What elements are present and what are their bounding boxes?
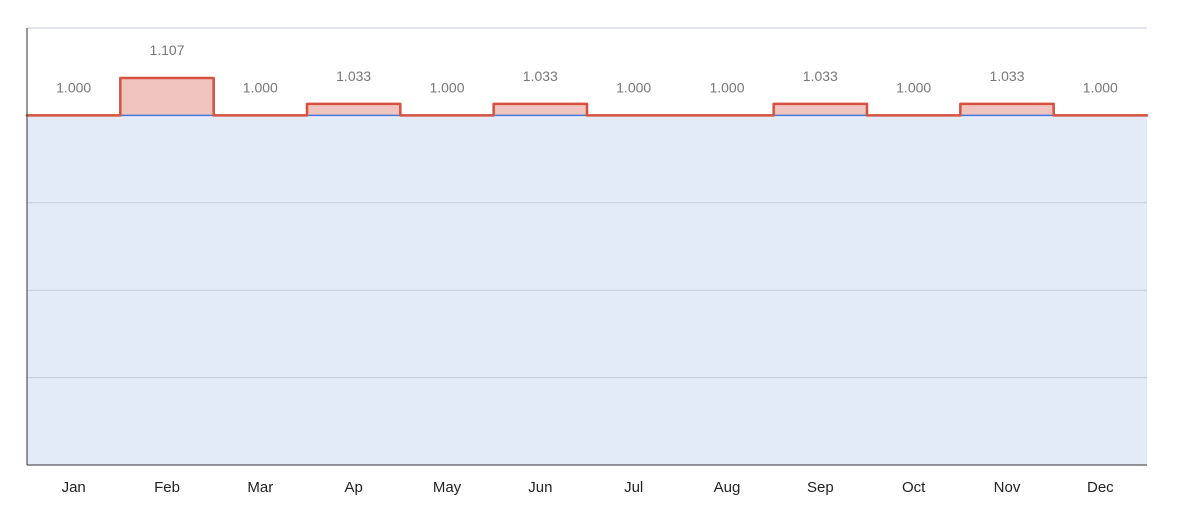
x-tick-label-oct: Oct [902,479,926,496]
step-mark-aug [680,112,773,118]
step-mark-jan [27,112,120,118]
x-tick-label-jun: Jun [528,479,552,496]
step-mark-ap [307,101,400,107]
data-label-feb: 1.107 [149,42,184,58]
data-label-jun: 1.033 [523,68,558,84]
x-tick-label-may: May [433,479,462,496]
step-mark-may [400,112,493,118]
data-label-sep: 1.033 [803,68,838,84]
step-mark-feb [120,75,213,81]
step-mark-nov [960,101,1053,107]
chart-svg: 1.000 1.107 1.000 1.033 1.000 1.033 1.000 1.000… [25,27,1149,496]
data-label-mar: 1.000 [243,79,278,95]
x-tick-label-dec: Dec [1087,479,1114,496]
x-tick-label-jan: Jan [62,479,86,496]
x-tick-label-jul: Jul [624,479,643,496]
x-tick-label-feb: Feb [154,479,180,496]
data-label-jul: 1.000 [616,79,651,95]
data-label-ap: 1.033 [336,68,371,84]
x-tick-label-ap: Ap [344,479,362,496]
x-tick-label-nov: Nov [994,479,1021,496]
step-mark-jun [494,101,587,107]
x-tick-label-aug: Aug [714,479,741,496]
data-label-may: 1.000 [429,79,464,95]
step-mark-oct [867,112,960,118]
step-mark-mar [214,112,307,118]
data-label-dec: 1.000 [1083,79,1118,95]
x-tick-label-sep: Sep [807,479,834,496]
step-mark-jul [587,112,680,118]
data-label-aug: 1.000 [709,79,744,95]
step-mark-sep [774,101,867,107]
data-label-nov: 1.033 [989,68,1024,84]
x-tick-label-mar: Mar [247,479,273,496]
step-area-chart: 1.000 1.107 1.000 1.033 1.000 1.033 1.000 1.000… [0,0,1197,525]
data-label-jan: 1.000 [56,79,91,95]
step-mark-dec [1054,112,1147,118]
data-label-oct: 1.000 [896,79,931,95]
